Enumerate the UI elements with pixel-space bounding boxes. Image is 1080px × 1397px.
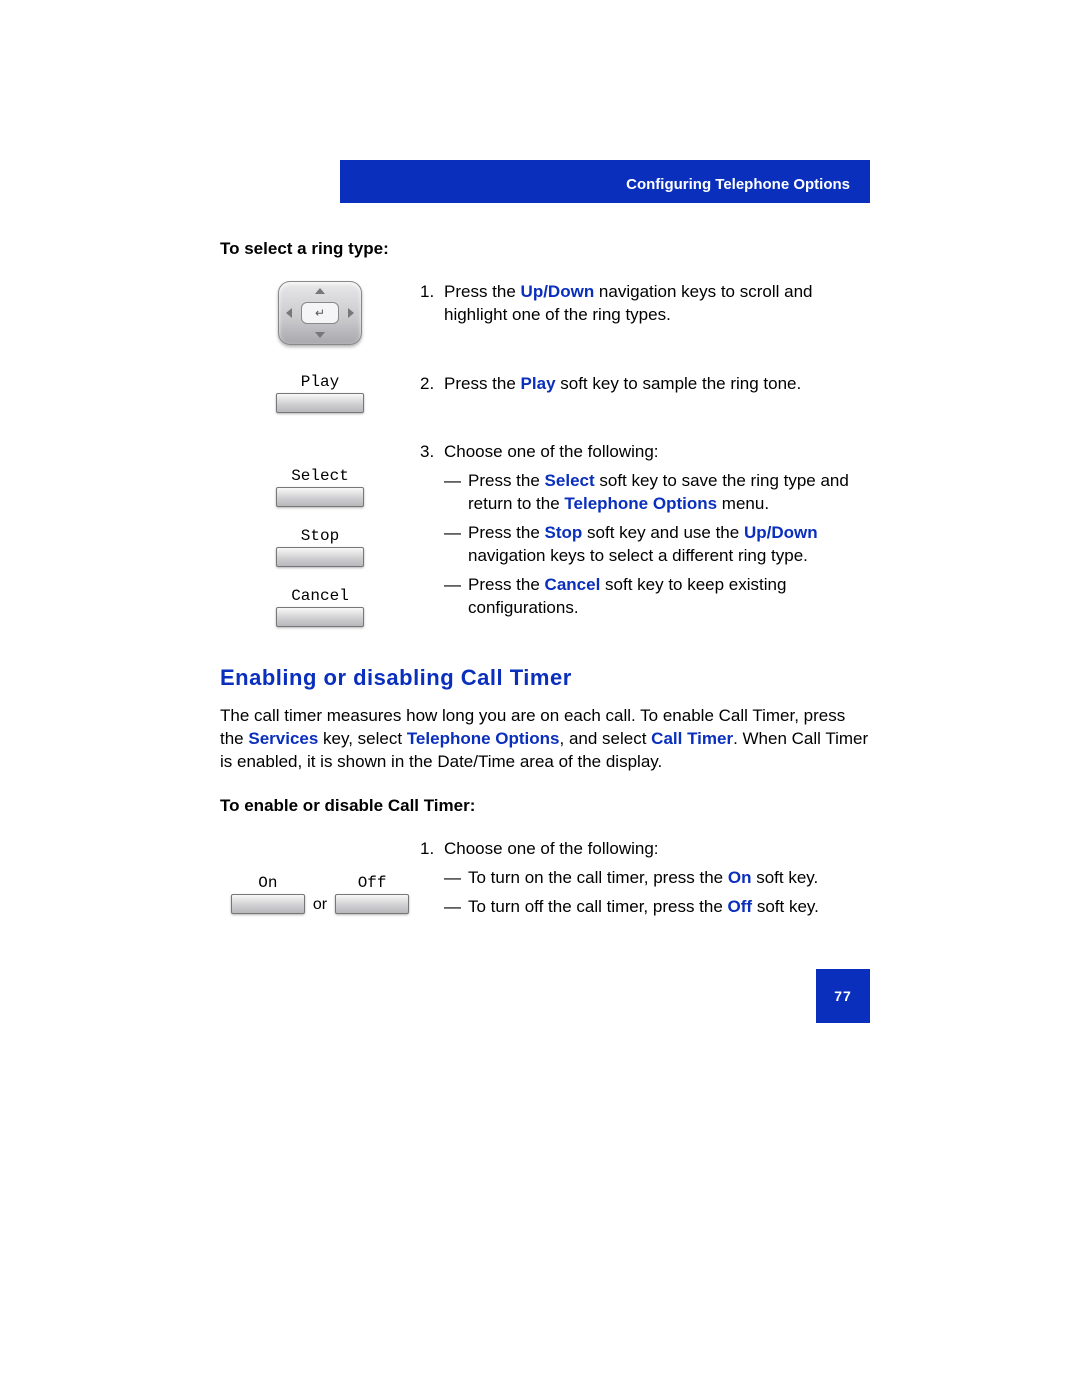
play-softkey-icon: Play	[276, 373, 364, 413]
play-emphasis: Play	[521, 374, 556, 393]
select-softkey-icon: Select	[276, 467, 364, 507]
page-number: 77	[816, 969, 870, 1023]
option-on-text: To turn on the call timer, press the On …	[468, 867, 818, 890]
option-stop-text: Press the Stop soft key and use the Up/D…	[468, 522, 870, 568]
section-ring-type-label: To select a ring type:	[220, 239, 870, 259]
on-softkey-icon: On	[231, 874, 305, 914]
section-call-timer-heading: Enabling or disabling Call Timer	[220, 665, 870, 691]
stop-softkey-label: Stop	[301, 527, 339, 545]
play-softkey-label: Play	[301, 373, 339, 391]
call-timer-paragraph: The call timer measures how long you are…	[220, 705, 870, 774]
step-2-row: Play 2. Press the Play soft key to sampl…	[220, 373, 870, 413]
call-timer-step-row: On or Off 1. Choose one of the following…	[220, 838, 870, 919]
off-softkey-icon: Off	[335, 874, 409, 914]
step-number: 1.	[420, 838, 444, 861]
step-1-text: Press the Up/Down navigation keys to scr…	[444, 281, 870, 327]
page-header: Configuring Telephone Options	[340, 160, 870, 203]
services-emphasis: Services	[248, 729, 318, 748]
or-separator: or	[313, 896, 327, 914]
call-timer-emphasis: Call Timer	[651, 729, 733, 748]
step-3-intro: Choose one of the following:	[444, 441, 659, 464]
step-2-text: Press the Play soft key to sample the ri…	[444, 373, 801, 396]
off-emphasis: Off	[728, 897, 753, 916]
step-number: 3.	[420, 441, 444, 464]
telephone-options-emphasis: Telephone Options	[564, 494, 717, 513]
dash-icon: —	[444, 470, 468, 516]
cancel-softkey-label: Cancel	[291, 587, 349, 605]
option-off-text: To turn off the call timer, press the Of…	[468, 896, 819, 919]
on-softkey-label: On	[258, 874, 277, 892]
dash-icon: —	[444, 867, 468, 890]
step-3-row: Select Stop Cancel 3. Choose one of the …	[220, 441, 870, 627]
on-off-softkeys: On or Off	[231, 874, 409, 914]
section-enable-disable-label: To enable or disable Call Timer:	[220, 796, 870, 816]
navigation-key-icon: ↵	[278, 281, 362, 345]
updown-emphasis: Up/Down	[744, 523, 818, 542]
step-number: 1.	[420, 281, 444, 327]
cancel-emphasis: Cancel	[545, 575, 601, 594]
on-emphasis: On	[728, 868, 752, 887]
select-emphasis: Select	[545, 471, 595, 490]
option-select-text: Press the Select soft key to save the ri…	[468, 470, 870, 516]
dash-icon: —	[444, 574, 468, 620]
call-timer-step-intro: Choose one of the following:	[444, 838, 659, 861]
dash-icon: —	[444, 522, 468, 568]
option-cancel-text: Press the Cancel soft key to keep existi…	[468, 574, 870, 620]
stop-emphasis: Stop	[545, 523, 583, 542]
dash-icon: —	[444, 896, 468, 919]
step-number: 2.	[420, 373, 444, 396]
select-softkey-label: Select	[291, 467, 349, 485]
stop-softkey-icon: Stop	[276, 527, 364, 567]
document-page: Configuring Telephone Options To select …	[0, 0, 1080, 1143]
telephone-options-emphasis: Telephone Options	[407, 729, 560, 748]
header-title: Configuring Telephone Options	[626, 176, 850, 193]
cancel-softkey-icon: Cancel	[276, 587, 364, 627]
off-softkey-label: Off	[358, 874, 387, 892]
updown-emphasis: Up/Down	[521, 282, 595, 301]
step-1-row: ↵ 1. Press the Up/Down navigation keys t…	[220, 281, 870, 345]
